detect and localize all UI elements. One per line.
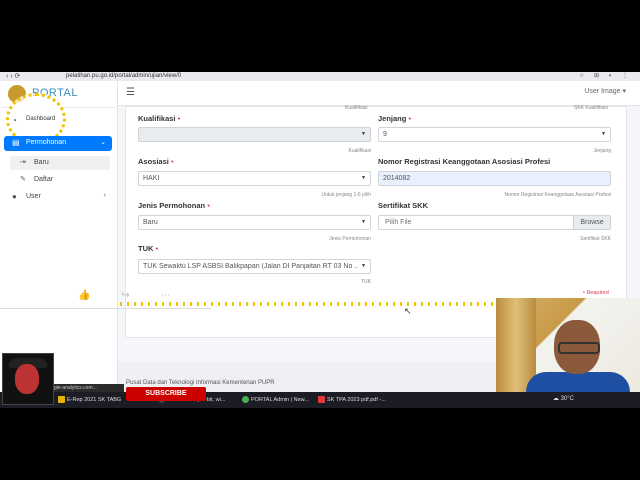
user-icon: ● — [12, 192, 17, 201]
weather-icon: ☁ — [552, 396, 559, 402]
sertifikat-skk-placeholder: Pilih File — [385, 219, 412, 226]
folder-icon — [58, 396, 65, 404]
jenis-permohonan-hint: Jenis Permohonan — [329, 236, 371, 242]
asosiasi-value: HAKI — [143, 175, 160, 182]
required-note: • Required — [583, 290, 609, 296]
chevron-left-icon: ‹ — [103, 192, 106, 199]
jenjang-select[interactable]: 9 ▼ — [378, 127, 611, 142]
caret-down-icon: ▼ — [361, 263, 366, 269]
nomor-registrasi-input[interactable]: 2014082 — [378, 171, 611, 186]
browser-toolbar-icons[interactable]: ☆ ⊞ ◐ ⋮ — [579, 72, 632, 81]
jenjang-hint: Jenjang — [593, 148, 611, 154]
browser-address-bar[interactable]: ‹ › ⟳ pelatihan.pu.go.id/portal/admin/uj… — [0, 72, 640, 81]
sign-in-icon: ⇥ — [20, 159, 26, 166]
jenjang-label: Jenjang • — [378, 114, 412, 123]
sidebar-subitem-label: Baru — [34, 159, 49, 166]
jenis-permohonan-select[interactable]: Baru ▼ — [138, 215, 371, 230]
sidebar-subitem-baru[interactable]: ⇥ Baru — [10, 156, 110, 170]
mouse-cursor-icon: ↖ — [404, 306, 412, 316]
taskbar-item-pdf[interactable]: SK TPA 2023 pdf.pdf -... — [318, 395, 386, 405]
jenis-permohonan-value: Baru — [143, 219, 158, 226]
subscribe-button[interactable]: SUBSCRIBE — [126, 387, 206, 401]
dashboard-icon: ◔ — [12, 116, 17, 125]
chrome-icon — [242, 396, 249, 404]
nomor-registrasi-hint: Nomor Registrasi Keanggotaan Asosiasi Pr… — [504, 192, 611, 198]
caret-down-icon: ▼ — [601, 131, 606, 137]
temperature: 30°C — [560, 396, 574, 402]
user-image: User Image — [584, 88, 621, 95]
kualifikasi-label: Kualifikasi • — [138, 114, 181, 123]
kualifikasi-hint: Kualifikasi — [348, 148, 371, 154]
channel-avatar — [2, 353, 54, 405]
tuk-value: TUK Sewaktu LSP ASBSI Balikpapan (Jalan … — [143, 263, 358, 270]
nomor-registrasi-value: 2014082 — [383, 175, 411, 182]
table-icon: ▤ — [12, 138, 20, 147]
kualifikasi-select[interactable]: ▼ — [138, 127, 371, 142]
status-url-text: gle-analytics.com... — [54, 384, 124, 392]
tuk-select[interactable]: TUK Sewaktu LSP ASBSI Balikpapan (Jalan … — [138, 259, 371, 274]
sidebar-subitem-label: Daftar — [34, 176, 54, 183]
sertifikat-skk-label: Sertifikat SKK — [378, 201, 429, 210]
sidebar-subitem-daftar[interactable]: ✎ Daftar — [10, 173, 110, 187]
footer-caption: Pusat Data dan Teknologi Informasi Kemen… — [126, 380, 275, 386]
sertifikat-skk-hint: Sertifikat SKK — [580, 236, 611, 242]
system-tray[interactable]: ☁ 30°C — [553, 395, 574, 402]
hint-top-left: Kualifikasi — [345, 105, 368, 111]
asosiasi-select[interactable]: HAKI ▼ — [138, 171, 371, 186]
top-navbar: ☰ User Image ▾ — [118, 81, 640, 106]
jenjang-value: 9 — [383, 131, 387, 138]
jenis-permohonan-label: Jenis Permohonan • — [138, 201, 210, 210]
sidebar-item-user[interactable]: ● User ‹ — [4, 190, 112, 204]
video-reaction-icons: 👍 ↪ ⋯ — [78, 290, 185, 301]
hamburger-menu-icon[interactable]: ☰ — [126, 87, 135, 98]
asosiasi-hint: Untuk jenjang 1-6 pilih — [321, 192, 371, 198]
asosiasi-label: Asosiasi • — [138, 157, 174, 166]
sidebar-item-permohonan[interactable]: ▤ Permohonan ⌄ — [4, 136, 112, 151]
sidebar-item-label: User — [26, 193, 41, 200]
sertifikat-skk-file-input[interactable]: Pilih File Browse — [378, 215, 611, 230]
sidebar-item-dashboard[interactable]: Dashboard — [26, 116, 55, 122]
decorative-dot-strip — [120, 302, 500, 306]
browser-url[interactable]: pelatihan.pu.go.id/portal/admin/ujian/vi… — [66, 72, 181, 81]
nomor-registrasi-label: Nomor Registrasi Keanggotaan Asosiasi Pr… — [378, 157, 551, 166]
hint-top-right: SKK Kualifikasi — [574, 105, 608, 111]
sidebar-item-label: Permohonan — [26, 139, 67, 146]
tuk-hint: TUK — [361, 279, 371, 285]
avatar-face — [15, 364, 39, 394]
taskbar-item-erep[interactable]: E-Rep 2021 SK TABG — [58, 395, 121, 405]
user-menu[interactable]: User Image ▾ — [584, 87, 626, 95]
caret-down-icon: ▼ — [361, 131, 366, 137]
tuk-label: TUK • — [138, 244, 159, 253]
browser-nav-icons[interactable]: ‹ › ⟳ — [6, 72, 20, 81]
browse-button[interactable]: Browse — [573, 216, 610, 229]
webcam-person-glasses — [558, 342, 600, 354]
chevron-down-icon: ⌄ — [100, 139, 106, 146]
taskbar-item-portal[interactable]: PORTAL Admin | New... — [242, 395, 309, 405]
divider — [0, 308, 212, 309]
caret-down-icon: ▼ — [361, 175, 366, 181]
edit-icon: ✎ — [20, 176, 26, 183]
windows-taskbar: E-Rep 2021 SK TABG OBS 29.0.2 (64-bit, w… — [0, 392, 640, 408]
caret-down-icon: ▼ — [361, 219, 366, 225]
pdf-icon — [318, 396, 325, 404]
